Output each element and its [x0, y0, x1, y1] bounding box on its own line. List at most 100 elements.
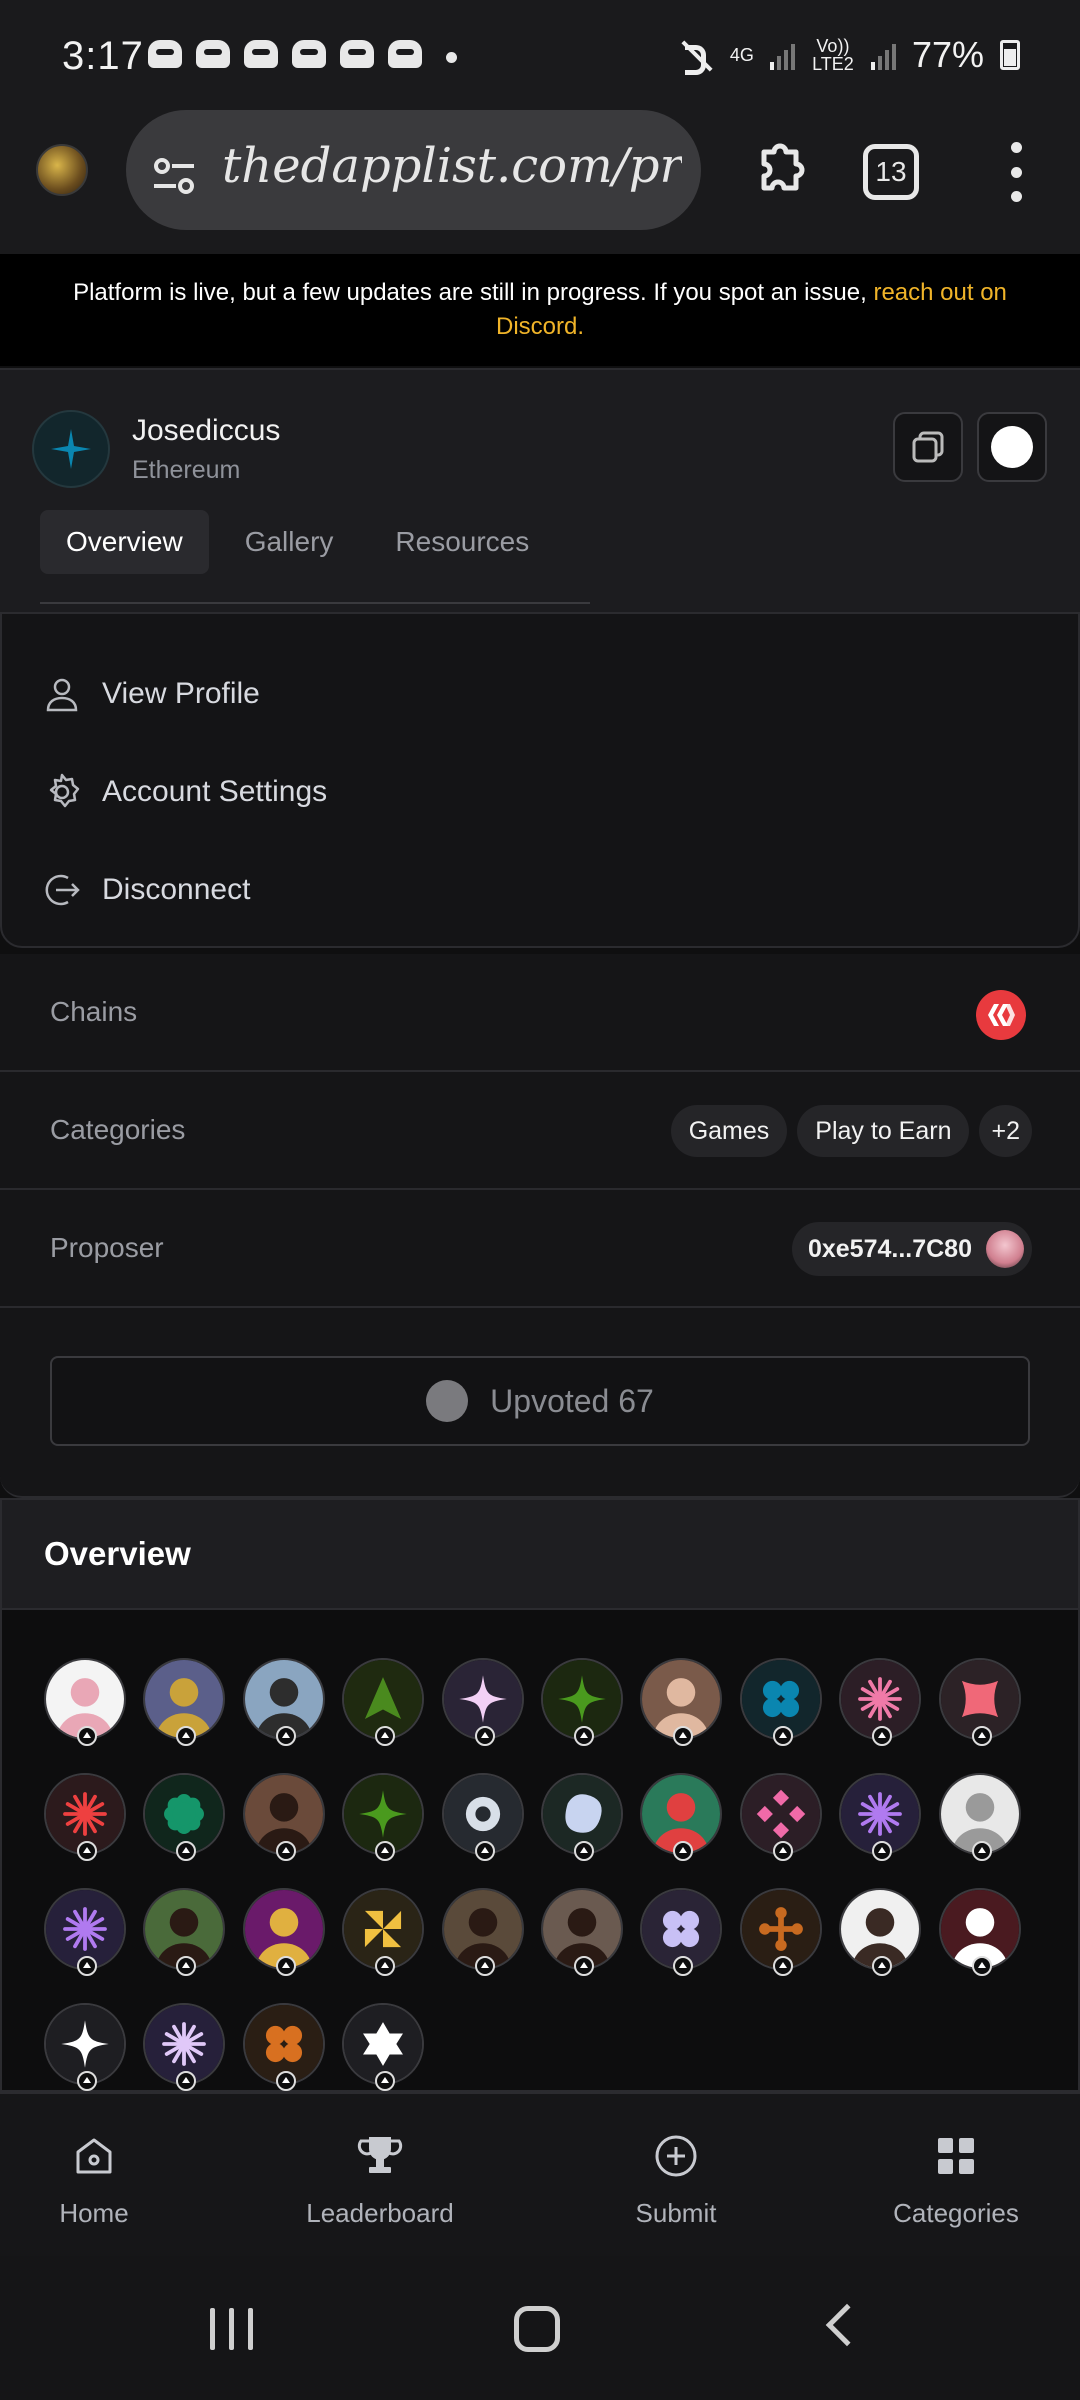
more-options-icon[interactable]: [1006, 142, 1026, 202]
nav-label: Home: [59, 2198, 129, 2228]
voter-avatar[interactable]: [839, 1773, 922, 1861]
upvote-badge-icon: [574, 1841, 594, 1861]
tab-overview[interactable]: Overview: [40, 510, 209, 574]
tab-switcher-button[interactable]: 13: [863, 144, 919, 200]
voter-avatar[interactable]: [342, 1888, 425, 1976]
more-categories-chip[interactable]: +2: [979, 1105, 1032, 1157]
voter-avatar[interactable]: [143, 1773, 226, 1861]
nav-home[interactable]: Home: [54, 2132, 134, 2229]
voter-avatar[interactable]: [242, 1773, 325, 1861]
volte-label: Vo)) LTE2: [812, 36, 854, 74]
nav-categories[interactable]: Categories: [886, 2132, 1026, 2229]
voter-avatar[interactable]: [242, 1888, 325, 1976]
tab-resources[interactable]: Resources: [369, 510, 555, 574]
nav-leaderboard[interactable]: Leaderboard: [300, 2132, 460, 2229]
upvote-badge-icon: [474, 1956, 495, 1976]
home-button[interactable]: [514, 2306, 560, 2352]
hive-icon: [988, 1004, 1015, 1026]
discord-icon: [148, 40, 182, 68]
voter-avatar[interactable]: [242, 1658, 325, 1746]
upvote-badge-icon: [176, 1726, 197, 1746]
category-chips: Games Play to Earn +2: [670, 1105, 1032, 1157]
menu-item-disconnect[interactable]: Disconnect: [42, 860, 250, 920]
project-name: Josediccus: [132, 414, 281, 447]
voter-avatar[interactable]: [44, 1773, 126, 1861]
theme-toggle-button[interactable]: [977, 412, 1047, 482]
voter-avatar[interactable]: [143, 1658, 226, 1746]
signal-icon-2: [870, 40, 896, 70]
project-chain: Ethereum: [132, 456, 241, 484]
category-chip[interactable]: Play to Earn: [797, 1105, 970, 1157]
voter-avatar[interactable]: [441, 1658, 524, 1746]
voter-avatar[interactable]: [342, 1773, 425, 1861]
upvote-badge-icon: [872, 1956, 893, 1976]
sparkle-icon: [51, 429, 91, 469]
voter-avatar[interactable]: [839, 1658, 922, 1746]
upvote-badge-icon: [77, 1841, 97, 1861]
recent-apps-button[interactable]: [210, 2308, 253, 2350]
proposer-chip[interactable]: 0xe574...7C80: [791, 1222, 1032, 1276]
hive-chain-icon[interactable]: [976, 990, 1026, 1040]
nav-label: Leaderboard: [306, 2198, 454, 2228]
site-settings-icon[interactable]: [150, 152, 198, 200]
voter-avatar[interactable]: [143, 1888, 226, 1976]
voter-avatar[interactable]: [441, 1773, 524, 1861]
project-header: Josediccus Ethereum Overview Gallery Res…: [0, 368, 1080, 618]
voter-avatar[interactable]: [541, 1658, 623, 1746]
upvote-badge-icon: [772, 1956, 793, 1976]
voter-avatar[interactable]: [640, 1658, 723, 1746]
upvote-badge-icon: [375, 1841, 396, 1861]
url-text[interactable]: thedapplist.com/projec: [222, 138, 682, 194]
voter-avatar[interactable]: [938, 1658, 1021, 1746]
categories-row: Categories Games Play to Earn +2: [0, 1072, 1080, 1190]
voter-avatar[interactable]: [44, 2003, 126, 2091]
voter-avatar[interactable]: [541, 1888, 623, 1976]
proposer-address: 0xe574...7C80: [807, 1234, 972, 1263]
voter-avatar[interactable]: [143, 2003, 226, 2091]
voter-avatar[interactable]: [739, 1888, 822, 1976]
voter-avatar[interactable]: [541, 1773, 623, 1861]
upvote-badge-icon: [971, 1841, 992, 1861]
status-bar: 3:17 4G Vo)) LTE2 77%: [0, 0, 1080, 116]
chains-row: Chains: [0, 954, 1080, 1072]
network-type: 4G: [729, 45, 754, 65]
upvote-badge-icon: [77, 1956, 97, 1976]
proposer-label: Proposer: [50, 1232, 164, 1263]
voter-avatar[interactable]: [44, 1658, 126, 1746]
voter-avatar[interactable]: [839, 1888, 922, 1976]
home-icon: [76, 2138, 112, 2174]
tabs-underline: [40, 602, 590, 604]
extensions-icon[interactable]: [744, 136, 812, 204]
back-button[interactable]: [825, 2303, 869, 2347]
profile-avatar[interactable]: [36, 144, 88, 196]
voter-avatar[interactable]: [938, 1773, 1021, 1861]
nav-label: Submit: [635, 2198, 717, 2228]
tab-gallery[interactable]: Gallery: [219, 510, 360, 574]
voter-avatar[interactable]: [44, 1888, 126, 1976]
mute-icon: [680, 38, 714, 75]
trophy-icon: [357, 2137, 403, 2173]
category-chip[interactable]: Games: [670, 1105, 788, 1157]
upvote-button[interactable]: Upvoted 67: [50, 1356, 1030, 1446]
upvote-icon: [426, 1380, 469, 1422]
voter-avatar[interactable]: [242, 2003, 325, 2091]
voter-avatar[interactable]: [739, 1658, 822, 1746]
notice-banner: Platform is live, but a few updates are …: [0, 254, 1080, 366]
voter-avatar[interactable]: [441, 1888, 524, 1976]
upvote-badge-icon: [574, 1726, 594, 1746]
voter-avatar[interactable]: [640, 1888, 723, 1976]
menu-item-account-settings[interactable]: Account Settings: [42, 762, 327, 822]
voter-avatar[interactable]: [640, 1773, 723, 1861]
nav-submit[interactable]: Submit: [628, 2132, 724, 2229]
plus-circle-icon: [655, 2135, 697, 2177]
upvote-section: Upvoted 67: [0, 1308, 1080, 1498]
grid-icon: [938, 2138, 974, 2174]
upvote-badge-icon: [375, 1726, 396, 1746]
discord-icon: [388, 40, 422, 68]
copy-button[interactable]: [893, 412, 963, 482]
voter-avatar[interactable]: [739, 1773, 822, 1861]
voter-avatar[interactable]: [342, 2003, 425, 2091]
voter-avatar[interactable]: [938, 1888, 1021, 1976]
voter-avatar[interactable]: [342, 1658, 425, 1746]
menu-item-view-profile[interactable]: View Profile: [42, 664, 260, 724]
